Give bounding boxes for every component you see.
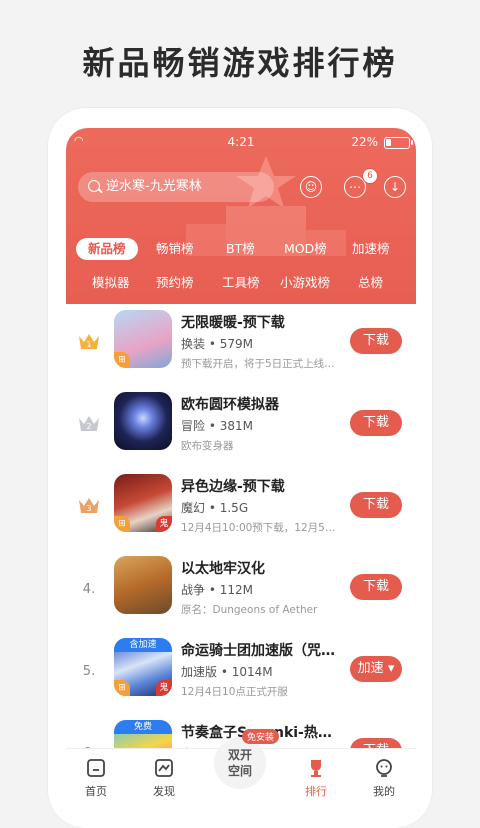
accelerate-tag: 含加速 — [114, 638, 172, 652]
ghost-badge: 鬼 — [156, 680, 172, 696]
app-icon[interactable] — [114, 392, 172, 450]
list-item[interactable]: 5. 含加速 ⊞ 鬼 命运骑士团加速版（咒… 加速版 • 1014M 12月4日… — [66, 638, 416, 720]
app-meta: 战争 • 112M — [181, 583, 253, 597]
profile-icon — [376, 759, 392, 777]
ranking-list: 1 ⊞ 无限暖暖-预下载 换装 • 579M 预下载开启，将于5日正式上线… 下… — [66, 304, 416, 778]
tab-emulator[interactable]: 模拟器 — [92, 272, 130, 294]
nav-mine[interactable]: 我的 — [354, 749, 414, 801]
svg-text:2: 2 — [86, 422, 91, 431]
app-name: 欧布圆环模拟器 — [181, 397, 279, 413]
no-install-tag: 免安装 — [242, 729, 280, 744]
app-desc: 原名：Dungeons of Aether — [181, 604, 318, 616]
search-text: 逆水寒-九光寒林 — [106, 179, 202, 194]
phone-frame: ◠ 4:21 22% 逆水寒-九光寒林 ☺ ⋯ 6 ↓ 新品榜 畅销榜 BT榜 … — [48, 108, 432, 828]
svg-text:1: 1 — [86, 340, 91, 349]
app-icon[interactable]: ⊞ — [114, 310, 172, 368]
promo-title: 新品畅销游戏排行榜 — [82, 44, 398, 82]
ghost-badge: 鬼 — [156, 516, 172, 532]
status-bar: ◠ 4:21 22% — [66, 134, 416, 152]
accelerate-button[interactable]: 加速 ▾ — [350, 656, 402, 682]
chevron-down-icon: ▾ — [387, 661, 395, 676]
download-button[interactable]: 下载 — [350, 492, 402, 518]
app-meta: 换装 • 579M — [181, 337, 253, 351]
bottom-nav: 首页 发现 双开 空间 免安装 排行 我的 — [66, 729, 416, 801]
app-name: 命运骑士团加速版（咒… — [181, 643, 335, 659]
battery-icon — [384, 137, 413, 149]
download-button[interactable]: 下载 — [350, 328, 402, 354]
app-meta: 冒险 • 381M — [181, 419, 253, 433]
app-icon[interactable]: 含加速 ⊞ 鬼 — [114, 638, 172, 696]
app-desc: 欧布变身器 — [181, 440, 234, 452]
tab-accelerate[interactable]: 加速榜 — [352, 238, 390, 260]
home-icon — [87, 759, 105, 777]
list-item[interactable]: 3 ⊞ 鬼 异色边缘-预下载 魔幻 • 1.5G 12月4日10:00预下载，1… — [66, 474, 416, 556]
nav-rank[interactable]: 排行 — [286, 749, 346, 801]
search-icon — [88, 180, 100, 192]
app-desc: 预下载开启，将于5日正式上线… — [181, 358, 335, 370]
tab-tools[interactable]: 工具榜 — [222, 272, 260, 294]
header: ◠ 4:21 22% 逆水寒-九光寒林 ☺ ⋯ 6 ↓ 新品榜 畅销榜 BT榜 … — [66, 128, 416, 304]
app-icon[interactable]: ⊞ 鬼 — [114, 474, 172, 532]
nav-home[interactable]: 首页 — [66, 749, 126, 801]
list-item[interactable]: 2 欧布圆环模拟器 冒险 • 381M 欧布变身器 下载 — [66, 392, 416, 474]
corner-badge: ⊞ — [114, 516, 130, 532]
download-button[interactable]: 下载 — [350, 574, 402, 600]
free-tag: 免费 — [114, 720, 172, 734]
battery-percent: 22% — [351, 135, 378, 149]
bronze-crown-icon: 3 — [79, 498, 99, 513]
tab-minigames[interactable]: 小游戏榜 — [280, 272, 330, 294]
download-button[interactable]: 下载 — [350, 410, 402, 436]
app-meta: 加速版 • 1014M — [181, 665, 273, 679]
app-desc: 12月4日10:00预下载，12月5… — [181, 522, 336, 534]
app-name: 异色边缘-预下载 — [181, 479, 285, 495]
tab-overall[interactable]: 总榜 — [358, 272, 383, 294]
message-badge: 6 — [362, 168, 378, 184]
list-item[interactable]: 4. 以太地牢汉化 战争 • 112M 原名：Dungeons of Aethe… — [66, 556, 416, 638]
trophy-icon — [311, 760, 321, 777]
tab-mod[interactable]: MOD榜 — [284, 238, 327, 260]
rank-number: 4. — [82, 582, 96, 597]
app-icon[interactable] — [114, 556, 172, 614]
app-name: 以太地牢汉化 — [181, 561, 265, 577]
app-name: 无限暖暖-预下载 — [181, 315, 285, 331]
svg-text:3: 3 — [86, 504, 91, 513]
corner-badge: ⊞ — [114, 352, 130, 368]
discover-icon — [155, 759, 173, 777]
tab-reservation[interactable]: 预约榜 — [156, 272, 194, 294]
tab-new[interactable]: 新品榜 — [76, 238, 138, 260]
game-assistant-icon[interactable]: ☺ — [300, 176, 322, 198]
tab-bt[interactable]: BT榜 — [226, 238, 255, 260]
rank-number: 5. — [82, 664, 96, 679]
nav-discover[interactable]: 发现 — [134, 749, 194, 801]
gold-crown-icon: 1 — [79, 334, 99, 349]
dual-space-button[interactable]: 双开 空间 — [214, 737, 266, 789]
download-icon[interactable]: ↓ — [384, 176, 406, 198]
silver-crown-icon: 2 — [79, 416, 99, 431]
app-desc: 12月4日10点正式开服 — [181, 686, 288, 698]
corner-badge: ⊞ — [114, 680, 130, 696]
tab-bestselling[interactable]: 畅销榜 — [156, 238, 194, 260]
app-meta: 魔幻 • 1.5G — [181, 501, 249, 515]
search-bar[interactable]: 逆水寒-九光寒林 — [78, 172, 274, 202]
list-item[interactable]: 1 ⊞ 无限暖暖-预下载 换装 • 579M 预下载开启，将于5日正式上线… 下… — [66, 310, 416, 392]
